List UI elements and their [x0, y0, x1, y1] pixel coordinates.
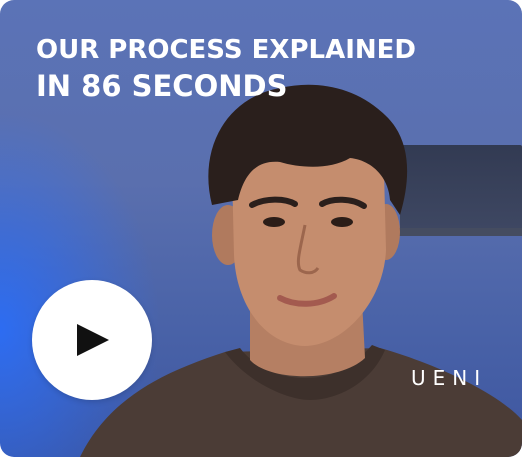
video-title-line1: OUR PROCESS EXPLAINED — [36, 35, 416, 65]
play-button[interactable] — [32, 280, 152, 400]
brand-logo: UENI — [411, 366, 488, 390]
video-card[interactable]: OUR PROCESS EXPLAINED IN 86 SECONDS UENI — [0, 0, 522, 457]
video-title: OUR PROCESS EXPLAINED IN 86 SECONDS — [36, 34, 416, 106]
video-title-line2: IN 86 SECONDS — [36, 69, 288, 103]
play-icon — [77, 324, 109, 356]
